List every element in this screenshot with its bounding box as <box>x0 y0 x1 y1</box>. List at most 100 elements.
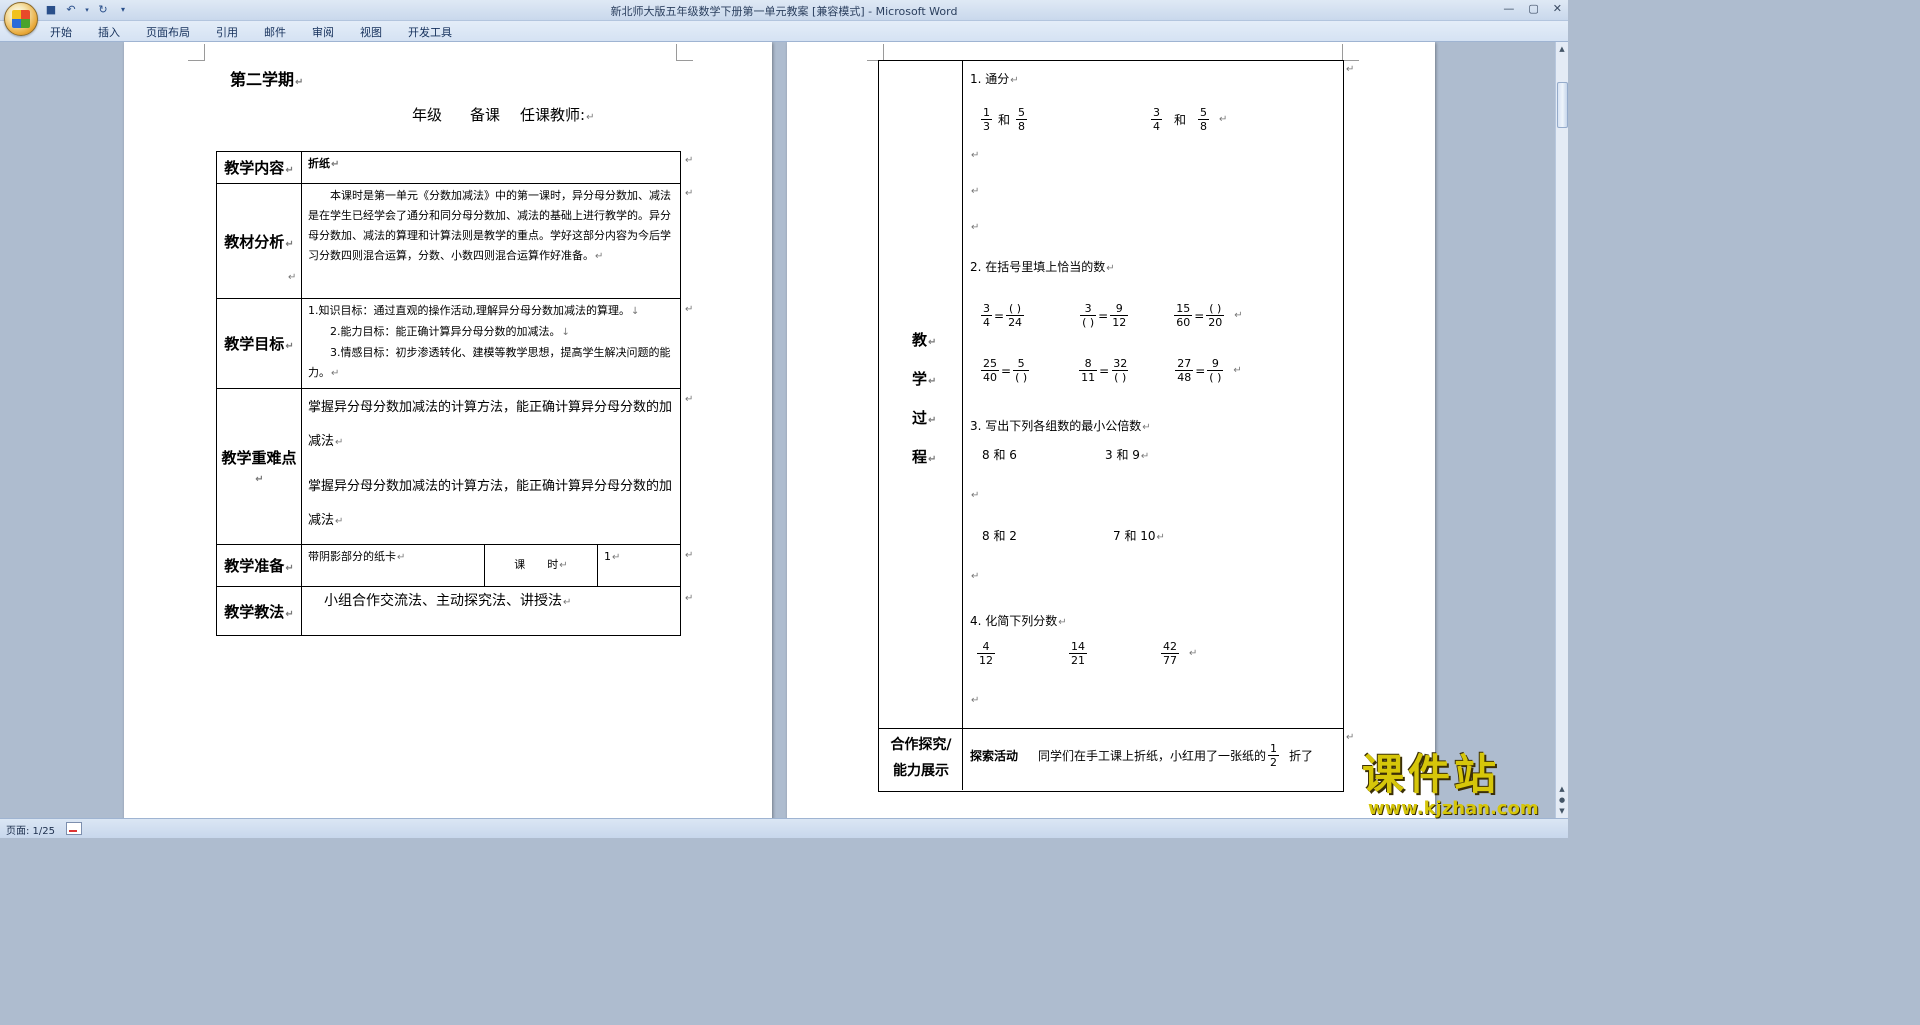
and-label: 和 <box>1174 113 1187 127</box>
scroll-up-icon[interactable]: ▲ <box>1557 44 1567 54</box>
crop-mark <box>188 44 205 61</box>
minimize-button[interactable]: — <box>1503 2 1514 15</box>
key-point: 掌握异分母分数加减法的计算方法，能正确计算异分母分数的加减法↵ <box>308 400 673 449</box>
question-2-row: 3 4 =( ) 24 3( ) = 9 12 15 60 =( ) 20 ↵ <box>981 302 1243 329</box>
document-page-1[interactable]: 第二学期↵ 年级 备课 任课教师:↵ 教学内容↵ 折纸↵ 教材分析↵ 本课时是第… <box>124 42 772 818</box>
goal-item: 2.能力目标：能正确计算异分母分数的加减法。↓ <box>330 325 570 338</box>
prev-page-icon[interactable]: ▲ <box>1557 784 1567 794</box>
tab-mailings[interactable]: 邮件 <box>264 24 298 40</box>
activity-text: 同学们在手工课上折纸，小红用了一张纸的 <box>1038 749 1267 763</box>
question-3-pair: 8 和 6 <box>982 448 1017 462</box>
method-label: 教学教法↵ <box>216 586 302 636</box>
document-workspace[interactable]: 第二学期↵ 年级 备课 任课教师:↵ 教学内容↵ 折纸↵ 教材分析↵ 本课时是第… <box>0 42 1556 818</box>
fraction: 58 <box>1016 106 1028 133</box>
goals-value[interactable]: 1.知识目标：通过直观的操作活动,理解异分母分数加减法的算理。↓ 2.能力目标：… <box>301 298 681 389</box>
close-button[interactable]: ✕ <box>1553 2 1562 15</box>
next-page-icon[interactable]: ▼ <box>1557 806 1567 816</box>
select-browse-icon[interactable]: ● <box>1557 795 1567 805</box>
maximize-button[interactable]: ▢ <box>1528 2 1538 15</box>
question-4-title: 4. 化简下列分数↵ <box>970 614 1067 628</box>
table-row: 教学教法↵ 小组合作交流法、主动探究法、讲授法↵ <box>216 586 681 636</box>
prep-label: 备课 <box>470 106 501 124</box>
scroll-thumb[interactable] <box>1557 82 1568 128</box>
fraction: 58 <box>1198 106 1210 133</box>
fraction: 34 <box>1151 106 1162 133</box>
question-3-title: 3. 写出下列各组数的最小公倍数↵ <box>970 419 1151 433</box>
proofing-error-icon[interactable] <box>66 822 82 835</box>
lesson-plan-table: 教学内容↵ 折纸↵ 教材分析↵ 本课时是第一单元《分数加减法》中的第一课时，异分… <box>216 151 681 636</box>
crop-mark <box>1342 44 1359 61</box>
row-end-mark: ↵ <box>685 304 694 315</box>
row-end-mark: ↵ <box>685 188 694 199</box>
question-2-row: 25 40 = 5( ) 8 11 = 32( ) 27 48 = 9( ) ↵ <box>981 357 1242 384</box>
goal-item: 1.知识目标：通过直观的操作活动,理解异分母分数加减法的算理。↓ <box>308 304 640 317</box>
dropdown-icon[interactable]: ▾ <box>84 3 90 17</box>
tab-review[interactable]: 审阅 <box>312 24 346 40</box>
question-4-row: 4 12 14 21 42 77 ↵ <box>977 640 1198 667</box>
coop-activity[interactable]: 探索活动 同学们在手工课上折纸，小红用了一张纸的 12 折了 <box>970 742 1313 769</box>
table-row: 教学准备↵ 带阴影部分的纸卡↵ 课 时↵ 1↵ <box>216 544 681 587</box>
table-divider <box>962 60 963 790</box>
crop-mark <box>867 44 884 61</box>
question-3-pair: 8 和 2 <box>982 529 1017 543</box>
table-row: 教学目标↵ 1.知识目标：通过直观的操作活动,理解异分母分数加减法的算理。↓ 2… <box>216 298 681 389</box>
activity-tail: 折了 <box>1289 749 1314 763</box>
grade-label: 年级 <box>412 106 443 124</box>
office-logo-icon <box>12 10 30 28</box>
tab-home[interactable]: 开始 <box>50 24 84 40</box>
key-points-value[interactable]: 掌握异分母分数加减法的计算方法，能正确计算异分母分数的加减法↵ 掌握异分母分数加… <box>301 388 681 545</box>
question-1-title: 1. 通分↵ <box>970 72 1019 86</box>
tab-developer[interactable]: 开发工具 <box>408 24 464 40</box>
question-2-title: 2. 在括号里填上恰当的数↵ <box>970 260 1115 274</box>
page-indicator[interactable]: 页面: 1/25 <box>6 822 55 837</box>
semester-heading: 第二学期↵ <box>230 70 304 89</box>
vertical-scrollbar[interactable]: ▲ ▲ ● ▼ <box>1555 42 1568 818</box>
quick-access-icons: ■ ↶ ▾ ↻ ▾ <box>44 3 130 17</box>
table-row: 教学内容↵ 折纸↵ <box>216 151 681 184</box>
and-label: 和 <box>998 113 1011 127</box>
tab-insert[interactable]: 插入 <box>98 24 132 40</box>
method-value[interactable]: 小组合作交流法、主动探究法、讲授法↵ <box>301 586 681 636</box>
goal-item: 3.情感目标：初步渗透转化、建模等教学思想，提高学生解决问题的能力。↵ <box>308 346 671 379</box>
lesson-count-label: 课 时↵ <box>484 544 598 587</box>
question-1-pair: 34 和 58 ↵ <box>1151 106 1228 133</box>
fraction: 13 <box>981 106 992 133</box>
customize-icon[interactable]: ▾ <box>116 3 130 17</box>
document-page-2[interactable]: 教↵ 学↵ 过↵ 程↵ 1. 通分↵ 13 和 58 34 和 58 ↵ ↵ ↵… <box>787 42 1435 818</box>
watermark-text: 课件站 <box>1362 750 1501 799</box>
content-label: 教学内容↵ <box>216 151 302 184</box>
table-row: 教材分析↵ 本课时是第一单元《分数加减法》中的第一课时，异分母分数加、减法是在学… <box>216 183 681 299</box>
teacher-label: 任课教师:↵ <box>520 106 595 124</box>
coop-label: 合作探究/ 能力展示 <box>890 737 952 779</box>
tab-view[interactable]: 视图 <box>360 24 394 40</box>
tab-references[interactable]: 引用 <box>216 24 250 40</box>
row-end-mark: ↵ <box>685 550 694 561</box>
prep-label: 教学准备↵ <box>216 544 302 587</box>
undo-icon[interactable]: ↶ <box>64 3 78 17</box>
goals-label: 教学目标↵ <box>216 298 302 389</box>
status-bar: 页面: 1/25 <box>0 818 1568 838</box>
tab-page-layout[interactable]: 页面布局 <box>146 24 202 40</box>
table-divider <box>878 728 1343 729</box>
analysis-value[interactable]: 本课时是第一单元《分数加减法》中的第一课时，异分母分数加、减法是在学生已经学会了… <box>288 183 681 299</box>
table-row: 教学重难点↵ 掌握异分母分数加减法的计算方法，能正确计算异分母分数的加减法↵ 掌… <box>216 388 681 545</box>
lesson-count-value[interactable]: 1↵ <box>597 544 681 587</box>
content-value[interactable]: 折纸↵ <box>301 151 681 184</box>
title-bar: 新北师大版五年级数学下册第一单元教案 [兼容模式] - Microsoft Wo… <box>0 0 1568 21</box>
redo-icon[interactable]: ↻ <box>96 3 110 17</box>
row-end-mark: ↵ <box>685 593 694 604</box>
key-points-label: 教学重难点↵ <box>216 388 302 545</box>
prep-value[interactable]: 带阴影部分的纸卡↵ <box>301 544 485 587</box>
crop-mark <box>676 44 693 61</box>
save-icon[interactable]: ■ <box>44 3 58 17</box>
row-end-mark: ↵ <box>685 155 694 166</box>
key-point: 掌握异分母分数加减法的计算方法，能正确计算异分母分数的加减法↵ <box>308 479 673 528</box>
office-button[interactable] <box>4 2 38 36</box>
watermark-url: www.kjzhan.com <box>1368 798 1539 819</box>
question-1-pair: 13 和 58 <box>979 106 1029 133</box>
watermark-logo: 课件站 www.kjzhan.com <box>1362 752 1554 822</box>
window-controls: — ▢ ✕ <box>1503 2 1562 15</box>
process-label: 教↵ 学↵ 过↵ 程↵ <box>912 331 937 466</box>
question-3-pair: 7 和 10↵ <box>1113 529 1165 543</box>
question-3-pair: 3 和 9↵ <box>1105 448 1150 462</box>
